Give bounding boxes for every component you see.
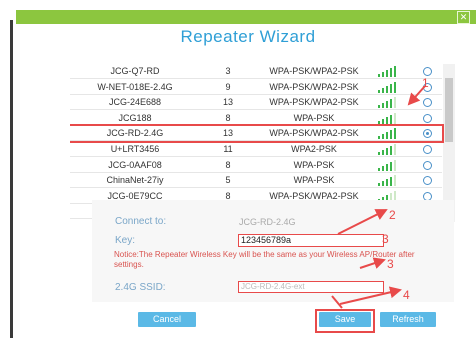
arrow-1 [407,85,426,106]
bottom-edge [0,338,476,348]
title-bar: ✕ [16,10,476,24]
repeater-wizard-dialog: Repeater Wizard ⌄ JCG-Q7-RD3WPA-PSK/WPA2… [20,24,476,348]
arrow-4b [331,295,343,309]
arrow-3 [359,257,386,269]
arrow-4a [339,286,402,305]
arrow-2 [337,209,388,235]
left-border [10,20,13,348]
close-icon[interactable]: ✕ [457,11,470,24]
annotation-arrows [331,85,426,309]
